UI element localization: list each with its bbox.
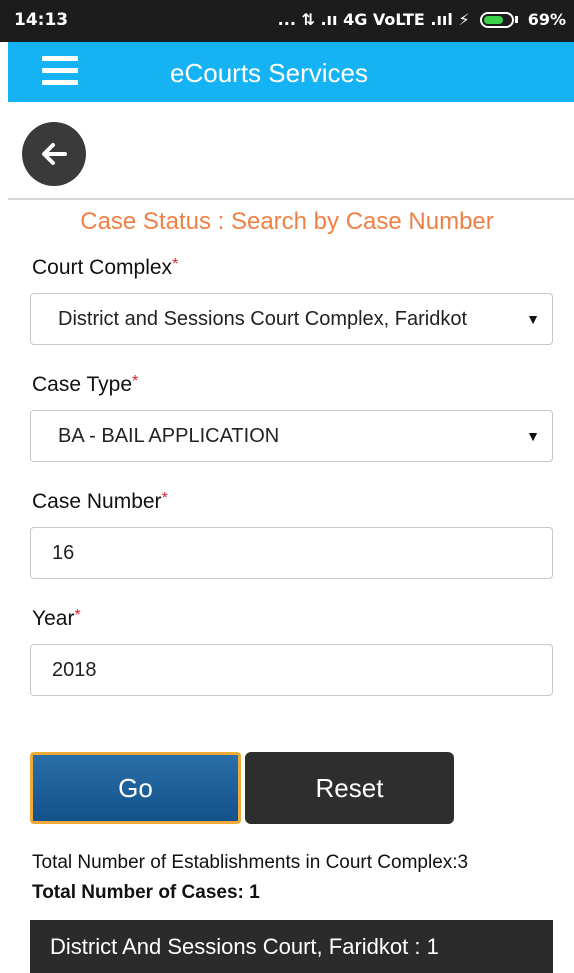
app-bar: eCourts Services (8, 42, 574, 102)
dropdown-arrow-icon: ▼ (526, 311, 540, 327)
case-number-label-text: Case Number (32, 490, 162, 513)
back-button[interactable] (22, 122, 86, 186)
go-button[interactable]: Go (30, 752, 241, 824)
case-type-label: Case Type* (32, 373, 138, 397)
required-mark: * (74, 607, 81, 624)
court-complex-value: District and Sessions Court Complex, Far… (58, 308, 468, 330)
court-complex-label: Court Complex* (32, 256, 178, 280)
result-item-label: District And Sessions Court, Faridkot : … (50, 934, 439, 959)
app-title: eCourts Services (170, 58, 368, 88)
page-title: Case Status : Search by Case Number (80, 208, 494, 235)
required-mark: * (132, 373, 139, 390)
case-type-select[interactable]: BA - BAIL APPLICATION ▼ (30, 410, 553, 462)
case-number-label: Case Number* (32, 490, 168, 514)
cases-count: Total Number of Cases: 1 (32, 882, 260, 903)
required-mark: * (161, 490, 168, 507)
establishments-count: Total Number of Establishments in Court … (32, 852, 469, 873)
court-complex-select[interactable]: District and Sessions Court Complex, Far… (30, 293, 553, 345)
status-indicators: ... ⇅ .ıı 4G VoLTE .ııl ⚡ 69% (278, 10, 566, 29)
case-number-input[interactable]: 16 (30, 527, 553, 579)
status-bar: 14:13 ... ⇅ .ıı 4G VoLTE .ııl ⚡ 69% (0, 0, 574, 42)
year-input[interactable]: 2018 (30, 644, 553, 696)
battery-percent: 69% (527, 10, 566, 29)
network-indicators: ... ⇅ .ıı 4G VoLTE .ııl ⚡ (277, 10, 470, 29)
year-label: Year* (32, 607, 81, 631)
battery-tip-icon (514, 16, 518, 23)
case-type-value: BA - BAIL APPLICATION (58, 425, 280, 447)
arrow-left-icon (42, 143, 67, 165)
court-complex-label-text: Court Complex (32, 256, 173, 279)
reset-button[interactable]: Reset (245, 752, 454, 824)
dropdown-arrow-icon: ▼ (526, 428, 540, 444)
menu-icon[interactable] (42, 56, 78, 86)
battery-icon (479, 11, 514, 28)
status-time: 14:13 (14, 10, 69, 30)
case-type-label-text: Case Type (32, 373, 133, 396)
year-label-text: Year (32, 607, 75, 630)
divider (8, 198, 574, 200)
year-value: 2018 (52, 659, 97, 681)
required-mark: * (172, 256, 179, 273)
case-number-value: 16 (52, 542, 75, 564)
result-item[interactable]: District And Sessions Court, Faridkot : … (30, 920, 553, 973)
